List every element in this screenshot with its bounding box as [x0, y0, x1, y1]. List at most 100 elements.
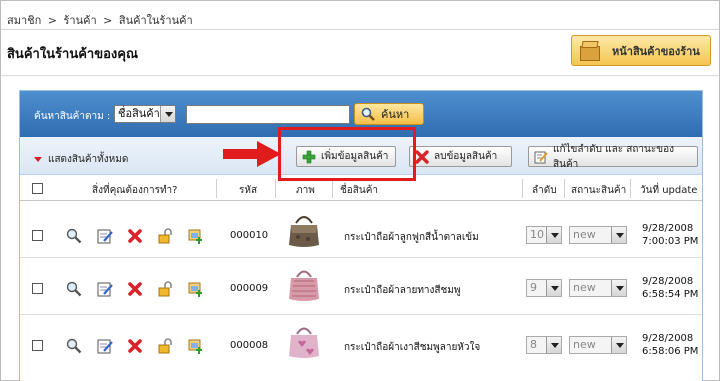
order-value: 10 — [530, 228, 544, 241]
column-separator — [275, 179, 276, 198]
search-icon — [361, 107, 375, 121]
breadcrumb-separator: > — [47, 14, 57, 27]
column-order: ลำดับ — [532, 185, 557, 196]
product-code: 000010 — [230, 230, 269, 241]
add-image-icon[interactable] — [188, 281, 204, 297]
highlight-box — [278, 127, 416, 181]
search-input[interactable] — [186, 105, 350, 124]
status-value: new — [573, 338, 596, 351]
search-field-value: ชื่อสินค้า — [118, 107, 160, 120]
update-datetime: 9/28/2008 6:58:54 PM — [642, 275, 698, 301]
order-select[interactable]: 10 — [526, 226, 562, 244]
edit-icon — [534, 151, 548, 163]
divider — [1, 75, 719, 76]
delete-product-button[interactable]: ลบข้อมูลสินค้า — [409, 146, 512, 167]
product-name[interactable]: กระเป๋าถือผ้าลูกฟูกสีน้ำตาลเข้ม — [344, 230, 479, 245]
add-image-icon[interactable] — [188, 338, 204, 354]
row-checkbox[interactable] — [32, 340, 43, 351]
table-row: 000009 กระเป๋าถือผ้าลายทางสีชมพู 9 new 9… — [20, 259, 702, 315]
red-arrow-icon — [223, 141, 281, 167]
view-icon[interactable] — [66, 228, 82, 244]
column-name: ชื่อสินค้า — [340, 185, 379, 196]
shop-page-button[interactable]: หน้าสินค้าของร้าน — [571, 35, 711, 66]
lock-icon[interactable] — [157, 338, 173, 354]
lock-icon[interactable] — [157, 228, 173, 244]
order-value: 8 — [530, 338, 537, 351]
row-checkbox[interactable] — [32, 283, 43, 294]
table-row: 000010 กระเป๋าถือผ้าลูกฟูกสีน้ำตาลเข้ม 1… — [20, 202, 702, 258]
select-all-checkbox[interactable] — [32, 183, 43, 194]
delete-icon[interactable] — [127, 338, 143, 354]
page-frame: สมาชิก > ร้านค้า > สินค้าในร้านค้า สินค้… — [0, 0, 720, 381]
chevron-down-icon — [611, 337, 626, 353]
delete-icon — [415, 149, 429, 164]
column-status: สถานะสินค้า — [571, 185, 627, 196]
column-separator — [332, 179, 333, 198]
update-datetime: 9/28/2008 7:00:03 PM — [642, 222, 698, 248]
view-icon[interactable] — [66, 338, 82, 354]
edit-order-status-label: แก้ไขลำดับ และ สถานะของสินค้า — [553, 143, 674, 170]
breadcrumb-products: สินค้าในร้านค้า — [118, 14, 193, 27]
product-code: 000009 — [230, 283, 269, 294]
add-image-icon[interactable] — [188, 228, 204, 244]
product-name[interactable]: กระเป๋าถือผ้าเงาสีชมพูลายหัวใจ — [344, 340, 480, 355]
product-image[interactable] — [286, 211, 322, 249]
edit-icon[interactable] — [97, 281, 113, 297]
breadcrumb: สมาชิก > ร้านค้า > สินค้าในร้านค้า — [7, 11, 196, 29]
status-select[interactable]: new — [569, 279, 627, 297]
update-date: 9/28/2008 — [642, 223, 694, 234]
view-icon[interactable] — [66, 281, 82, 297]
table-row: 000008 กระเป๋าถือผ้าเงาสีชมพูลายหัวใจ 8 … — [20, 316, 702, 372]
product-image[interactable] — [286, 265, 322, 303]
status-select[interactable]: new — [569, 336, 627, 354]
column-updated: วันที่ update — [640, 185, 698, 196]
status-select[interactable]: new — [569, 226, 627, 244]
chevron-down-icon — [611, 280, 626, 296]
triangle-down-icon — [34, 157, 42, 162]
chevron-down-icon — [546, 280, 561, 296]
update-time: 6:58:54 PM — [642, 289, 699, 300]
edit-icon[interactable] — [97, 338, 113, 354]
update-time: 7:00:03 PM — [642, 236, 699, 247]
search-label: ค้นหาสินค้าตาม : — [34, 111, 111, 122]
product-name[interactable]: กระเป๋าถือผ้าลายทางสีชมพู — [344, 283, 460, 298]
chevron-down-icon — [546, 337, 561, 353]
search-button-label: ค้นหา — [381, 108, 410, 121]
column-separator — [630, 179, 631, 198]
divider — [1, 29, 719, 30]
product-image[interactable] — [286, 322, 322, 360]
column-image: ภาพ — [296, 185, 315, 196]
order-value: 9 — [530, 281, 537, 294]
order-select[interactable]: 8 — [526, 336, 562, 354]
row-checkbox[interactable] — [32, 230, 43, 241]
chevron-down-icon — [546, 227, 561, 243]
shop-page-button-label: หน้าสินค้าของร้าน — [612, 44, 700, 58]
status-value: new — [573, 228, 596, 241]
chevron-down-icon — [611, 227, 626, 243]
search-button[interactable]: ค้นหา — [354, 103, 424, 125]
search-field-select[interactable]: ชื่อสินค้า — [114, 105, 176, 123]
show-all-toggle[interactable]: แสดงสินค้าทั้งหมด — [34, 152, 128, 167]
product-code: 000008 — [230, 340, 269, 351]
update-datetime: 9/28/2008 6:58:06 PM — [642, 332, 698, 358]
edit-order-status-button[interactable]: แก้ไขลำดับ และ สถานะของสินค้า — [528, 144, 698, 170]
delete-icon[interactable] — [127, 228, 143, 244]
chevron-down-icon — [160, 106, 175, 122]
column-action: สิ่งที่คุณต้องการทำ? — [92, 185, 178, 196]
breadcrumb-shop[interactable]: ร้านค้า — [64, 14, 97, 27]
update-time: 6:58:06 PM — [642, 346, 699, 357]
update-date: 9/28/2008 — [642, 333, 694, 344]
breadcrumb-member[interactable]: สมาชิก — [7, 14, 41, 27]
box-icon — [580, 40, 602, 62]
breadcrumb-separator: > — [103, 14, 113, 27]
edit-icon[interactable] — [97, 228, 113, 244]
page-title: สินค้าในร้านค้าของคุณ — [7, 47, 139, 62]
update-date: 9/28/2008 — [642, 276, 694, 287]
order-select[interactable]: 9 — [526, 279, 562, 297]
delete-icon[interactable] — [127, 281, 143, 297]
column-separator — [522, 179, 523, 198]
delete-product-label: ลบข้อมูลสินค้า — [434, 151, 498, 162]
column-separator — [564, 179, 565, 198]
lock-icon[interactable] — [157, 281, 173, 297]
column-separator — [216, 179, 217, 198]
